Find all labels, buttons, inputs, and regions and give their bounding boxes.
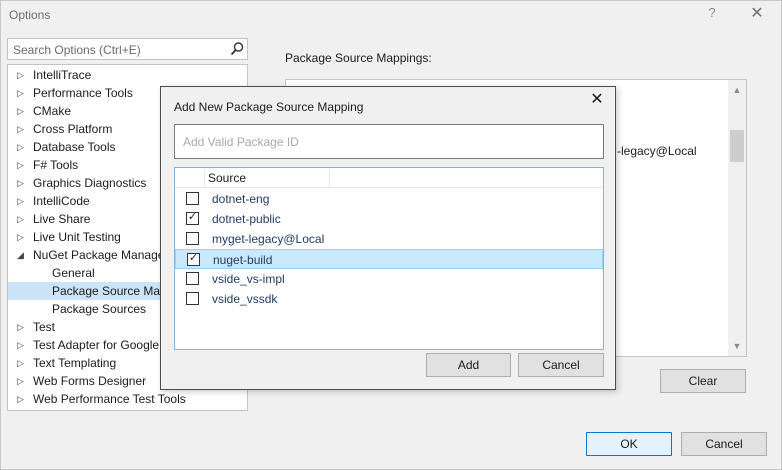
tree-item-intellitrace[interactable]: ▷ IntelliTrace (8, 66, 247, 84)
tree-item-label: Live Share (33, 212, 91, 226)
source-name: nuget-build (213, 253, 273, 267)
package-source-mappings-label: Package Source Mappings: (285, 51, 432, 65)
tree-item-label: Web Performance Test Tools (33, 392, 186, 406)
tree-item-label: IntelliCode (33, 194, 90, 208)
source-name: dotnet-public (212, 212, 281, 226)
tree-item-label: Package Sources (52, 302, 147, 316)
expand-arrow-icon[interactable]: ▷ (17, 156, 27, 174)
scrollbar-thumb[interactable] (730, 130, 744, 162)
source-checkbox[interactable] (186, 292, 199, 305)
expand-arrow-icon[interactable]: ▷ (17, 102, 27, 120)
dialog-title: Add New Package Source Mapping (174, 100, 364, 114)
source-name: dotnet-eng (212, 192, 270, 206)
tree-item-label: Web Forms Designer (33, 374, 147, 388)
check-mark-icon: ✓ (188, 252, 199, 264)
source-name: vside_vssdk (212, 292, 278, 306)
source-row[interactable]: vside_vs-impl (175, 269, 603, 289)
tree-item-label: Performance Tools (33, 86, 133, 100)
search-placeholder: Search Options (Ctrl+E) (13, 43, 141, 57)
cancel-button[interactable]: Cancel (681, 432, 767, 456)
dialog-close-icon[interactable]: ✕ (586, 89, 608, 111)
scroll-down-icon[interactable]: ▼ (728, 338, 746, 354)
source-row[interactable]: dotnet-eng (175, 189, 603, 209)
source-row-selected[interactable]: ✓ nuget-build (175, 249, 603, 269)
help-icon[interactable]: ? (705, 5, 719, 23)
add-mapping-dialog: Add New Package Source Mapping ✕ Source … (160, 86, 616, 390)
package-id-input[interactable] (175, 125, 603, 158)
collapse-arrow-icon[interactable]: ◢ (17, 246, 27, 264)
dialog-cancel-button[interactable]: Cancel (518, 353, 604, 377)
window-title: Options (9, 8, 51, 22)
clear-button[interactable]: Clear (660, 369, 746, 393)
source-checkbox[interactable] (186, 232, 199, 245)
expand-arrow-icon[interactable]: ▷ (17, 372, 27, 390)
search-icon[interactable] (229, 41, 245, 57)
source-list-header: Source (175, 168, 603, 188)
expand-arrow-icon[interactable]: ▷ (17, 192, 27, 210)
source-column-header[interactable]: Source (208, 171, 246, 185)
expand-arrow-icon[interactable]: ▷ (17, 174, 27, 192)
tree-item-label: Test (33, 320, 56, 334)
source-name: myget-legacy@Local (212, 232, 325, 246)
source-list[interactable]: Source dotnet-eng ✓ dotnet-public myget-… (174, 167, 604, 350)
expand-arrow-icon[interactable]: ▷ (17, 318, 27, 336)
title-bar: Options ? ✕ (1, 1, 781, 29)
tree-item-label: IntelliTrace (33, 68, 92, 82)
source-row[interactable]: myget-legacy@Local (175, 229, 603, 249)
column-separator[interactable] (329, 170, 330, 186)
tree-item-label: Live Unit Testing (33, 230, 121, 244)
expand-arrow-icon[interactable]: ▷ (17, 228, 27, 246)
tree-item-label: Text Templating (33, 356, 117, 370)
check-mark-icon: ✓ (187, 211, 198, 223)
add-button[interactable]: Add (426, 353, 511, 377)
tree-item-label: General (52, 266, 95, 280)
tree-item-label: Database Tools (33, 140, 116, 154)
scroll-up-icon[interactable]: ▲ (728, 82, 746, 98)
source-name: vside_vs-impl (212, 272, 285, 286)
mapping-entry-text[interactable]: -legacy@Local (617, 144, 697, 158)
source-checkbox[interactable]: ✓ (186, 211, 199, 225)
tree-item-web-performance-test-tools[interactable]: ▷ Web Performance Test Tools (8, 390, 247, 408)
column-separator[interactable] (204, 170, 205, 186)
expand-arrow-icon[interactable]: ▷ (17, 120, 27, 138)
tree-item-label: CMake (33, 104, 72, 118)
expand-arrow-icon[interactable]: ▷ (17, 390, 27, 408)
source-row[interactable]: vside_vssdk (175, 289, 603, 309)
expand-arrow-icon[interactable]: ▷ (17, 66, 27, 84)
expand-arrow-icon[interactable]: ▷ (17, 138, 27, 156)
expand-arrow-icon[interactable]: ▷ (17, 336, 27, 354)
tree-item-label: Cross Platform (33, 122, 113, 136)
mappings-scrollbar[interactable]: ▲ ▼ (728, 80, 746, 356)
source-checkbox[interactable] (186, 192, 199, 205)
close-icon[interactable]: ✕ (746, 3, 768, 25)
ok-button[interactable]: OK (586, 432, 672, 456)
expand-arrow-icon[interactable]: ▷ (17, 354, 27, 372)
source-checkbox[interactable]: ✓ (187, 252, 200, 266)
tree-item-label: F# Tools (33, 158, 79, 172)
source-row[interactable]: ✓ dotnet-public (175, 209, 603, 229)
package-id-field[interactable] (174, 124, 604, 159)
source-checkbox[interactable] (186, 272, 199, 285)
tree-item-label: Graphics Diagnostics (33, 176, 147, 190)
expand-arrow-icon[interactable]: ▷ (17, 84, 27, 102)
search-field[interactable]: Search Options (Ctrl+E) (7, 38, 248, 60)
expand-arrow-icon[interactable]: ▷ (17, 210, 27, 228)
tree-item-label: NuGet Package Manager (33, 248, 169, 262)
